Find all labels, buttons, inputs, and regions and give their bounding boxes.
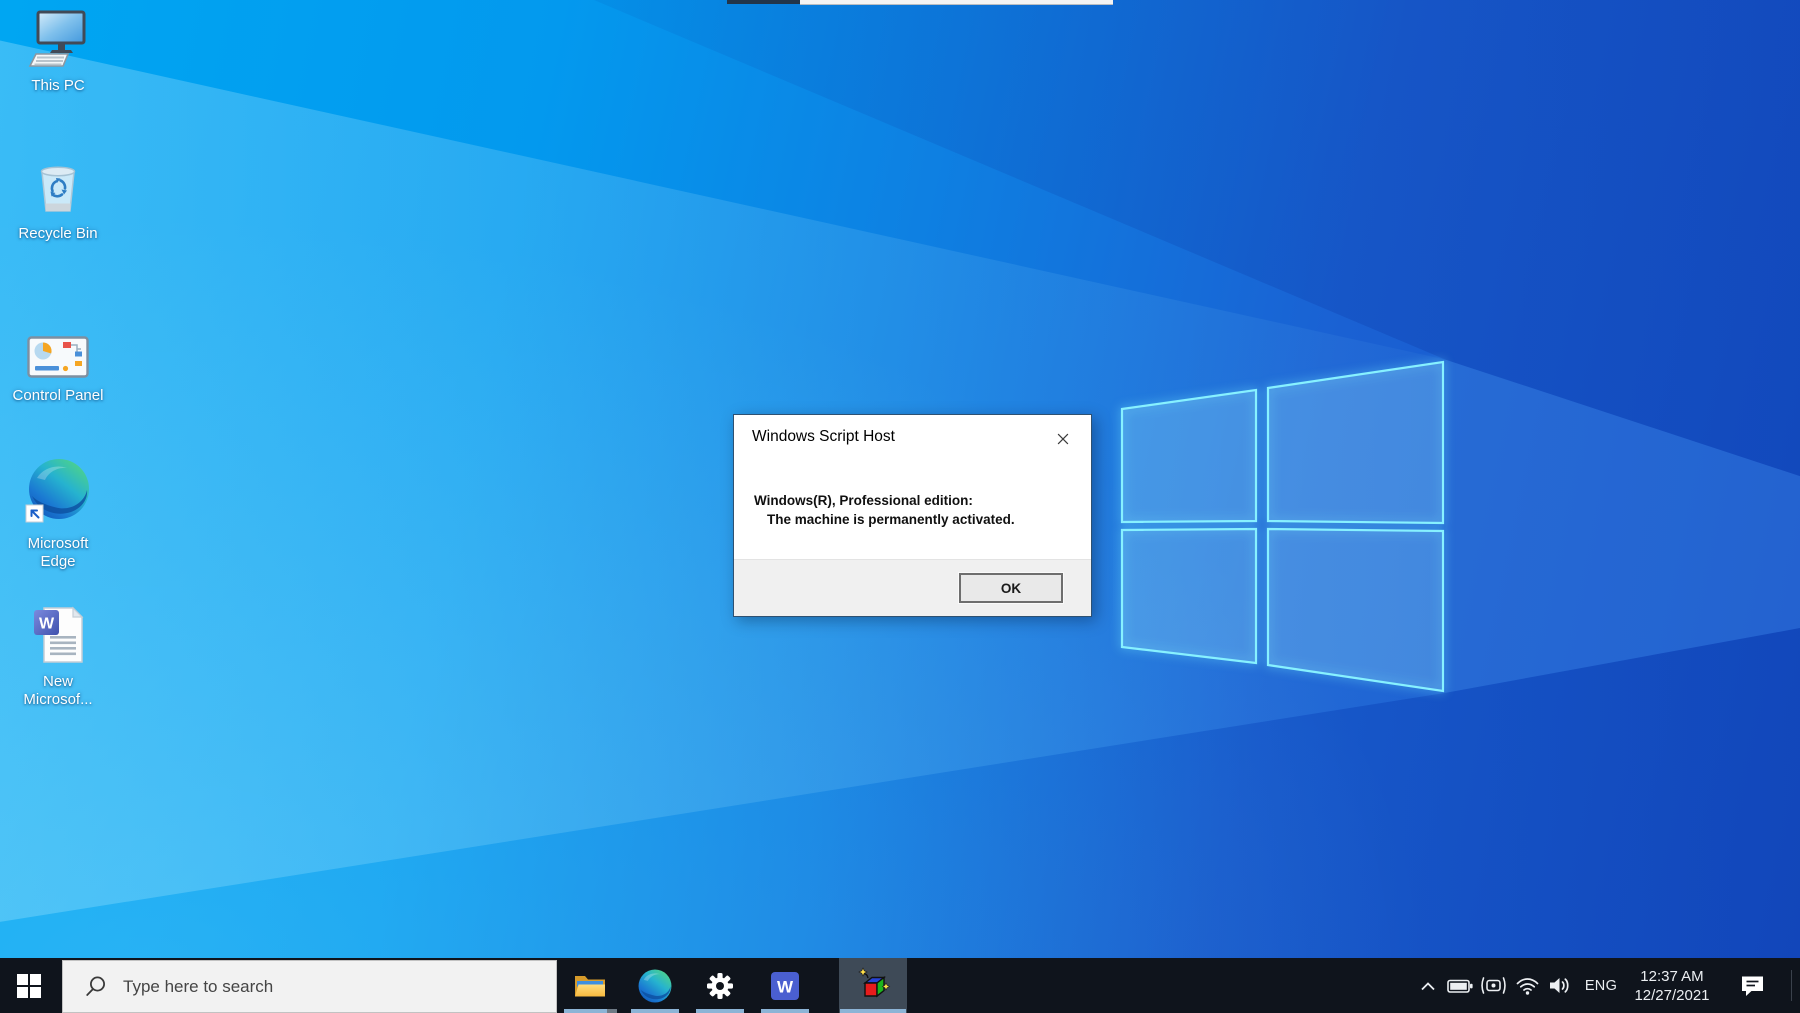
tray-clock[interactable]: 12:37 AM 12/27/2021 [1624, 958, 1720, 1013]
action-center-icon [1739, 974, 1766, 998]
taskbar-app-file-explorer[interactable] [559, 958, 621, 1013]
word-icon: W [770, 971, 800, 1001]
file-explorer-icon [573, 972, 607, 1000]
chevron-up-icon [1417, 976, 1439, 996]
close-icon[interactable] [1048, 426, 1078, 452]
icon-label: New [23, 673, 92, 691]
running-indicator-active [840, 1009, 906, 1013]
windows-desktop: This PC Recycle Bin [0, 0, 1800, 1013]
windows-logo-wallpaper [1100, 340, 1470, 720]
dialog-message-line1: Windows(R), Professional edition: [754, 492, 1015, 511]
offscreen-window-edge[interactable] [800, 0, 1113, 5]
icon-label: Microsoft [28, 535, 89, 553]
wifi-icon [1515, 975, 1540, 996]
tray-battery[interactable] [1444, 958, 1476, 1013]
tray-date: 12/27/2021 [1634, 986, 1709, 1005]
dialog-title: Windows Script Host [752, 428, 895, 446]
dialog-message-line2: The machine is permanently activated. [754, 511, 1015, 530]
dialog-titlebar[interactable]: Windows Script Host [734, 415, 1091, 459]
taskbar-search-box[interactable] [62, 960, 557, 1013]
desktop-icon-microsoft-edge[interactable]: MicrosoftEdge [6, 456, 110, 571]
running-indicator [761, 1009, 809, 1013]
icon-label: Recycle Bin [18, 225, 97, 243]
windows-flag-icon [16, 973, 42, 999]
running-indicator [631, 1009, 679, 1013]
windows-script-host-dialog: Windows Script Host Windows(R), Professi… [733, 414, 1092, 617]
gear-icon [704, 970, 736, 1002]
tray-volume[interactable] [1545, 958, 1575, 1013]
word-document-icon: W [29, 606, 87, 664]
tray-network[interactable] [1512, 958, 1542, 1013]
control-panel-icon [27, 320, 89, 378]
tray-show-hidden-icons[interactable] [1414, 958, 1442, 1013]
taskbar-app-word[interactable]: W [754, 958, 816, 1013]
action-center-button[interactable] [1728, 958, 1776, 1013]
activator-cube-icon [855, 967, 891, 1005]
dialog-footer: OK [734, 559, 1091, 616]
taskbar-app-activator[interactable] [839, 958, 907, 1013]
start-button[interactable] [0, 958, 58, 1013]
desktop-icon-recycle-bin[interactable]: Recycle Bin [6, 158, 110, 243]
show-desktop-divider[interactable] [1791, 970, 1792, 1001]
this-pc-icon [28, 10, 88, 68]
running-indicator-extra [607, 1009, 617, 1013]
tray-cast-display[interactable] [1479, 958, 1508, 1013]
tray-language[interactable]: ENG [1580, 958, 1622, 1013]
desktop-icon-new-word-document[interactable]: W NewMicrosof... [6, 606, 110, 709]
dialog-message: Windows(R), Professional edition: The ma… [754, 492, 1015, 529]
search-icon [84, 975, 108, 999]
running-indicator [696, 1009, 744, 1013]
icon-label: Control Panel [13, 387, 104, 405]
recycle-bin-icon [29, 158, 87, 216]
taskbar-app-edge[interactable] [624, 958, 686, 1013]
icon-label: This PC [31, 77, 84, 95]
microsoft-edge-icon [23, 456, 93, 526]
desktop-icon-this-pc[interactable]: This PC [6, 10, 110, 95]
volume-icon [1548, 975, 1573, 996]
search-input[interactable] [121, 976, 451, 998]
cast-display-icon [1480, 975, 1507, 996]
ok-button[interactable]: OK [959, 573, 1063, 603]
battery-icon [1447, 976, 1474, 996]
offscreen-window-edge-dark [727, 0, 800, 4]
taskbar: W [0, 958, 1800, 1013]
taskbar-app-settings[interactable] [689, 958, 751, 1013]
desktop-icon-control-panel[interactable]: Control Panel [6, 320, 110, 405]
language-indicator: ENG [1585, 978, 1617, 994]
svg-text:W: W [39, 616, 55, 633]
running-indicator [564, 1009, 607, 1013]
tray-time: 12:37 AM [1640, 967, 1703, 986]
svg-text:W: W [777, 977, 794, 996]
edge-icon [637, 968, 673, 1004]
